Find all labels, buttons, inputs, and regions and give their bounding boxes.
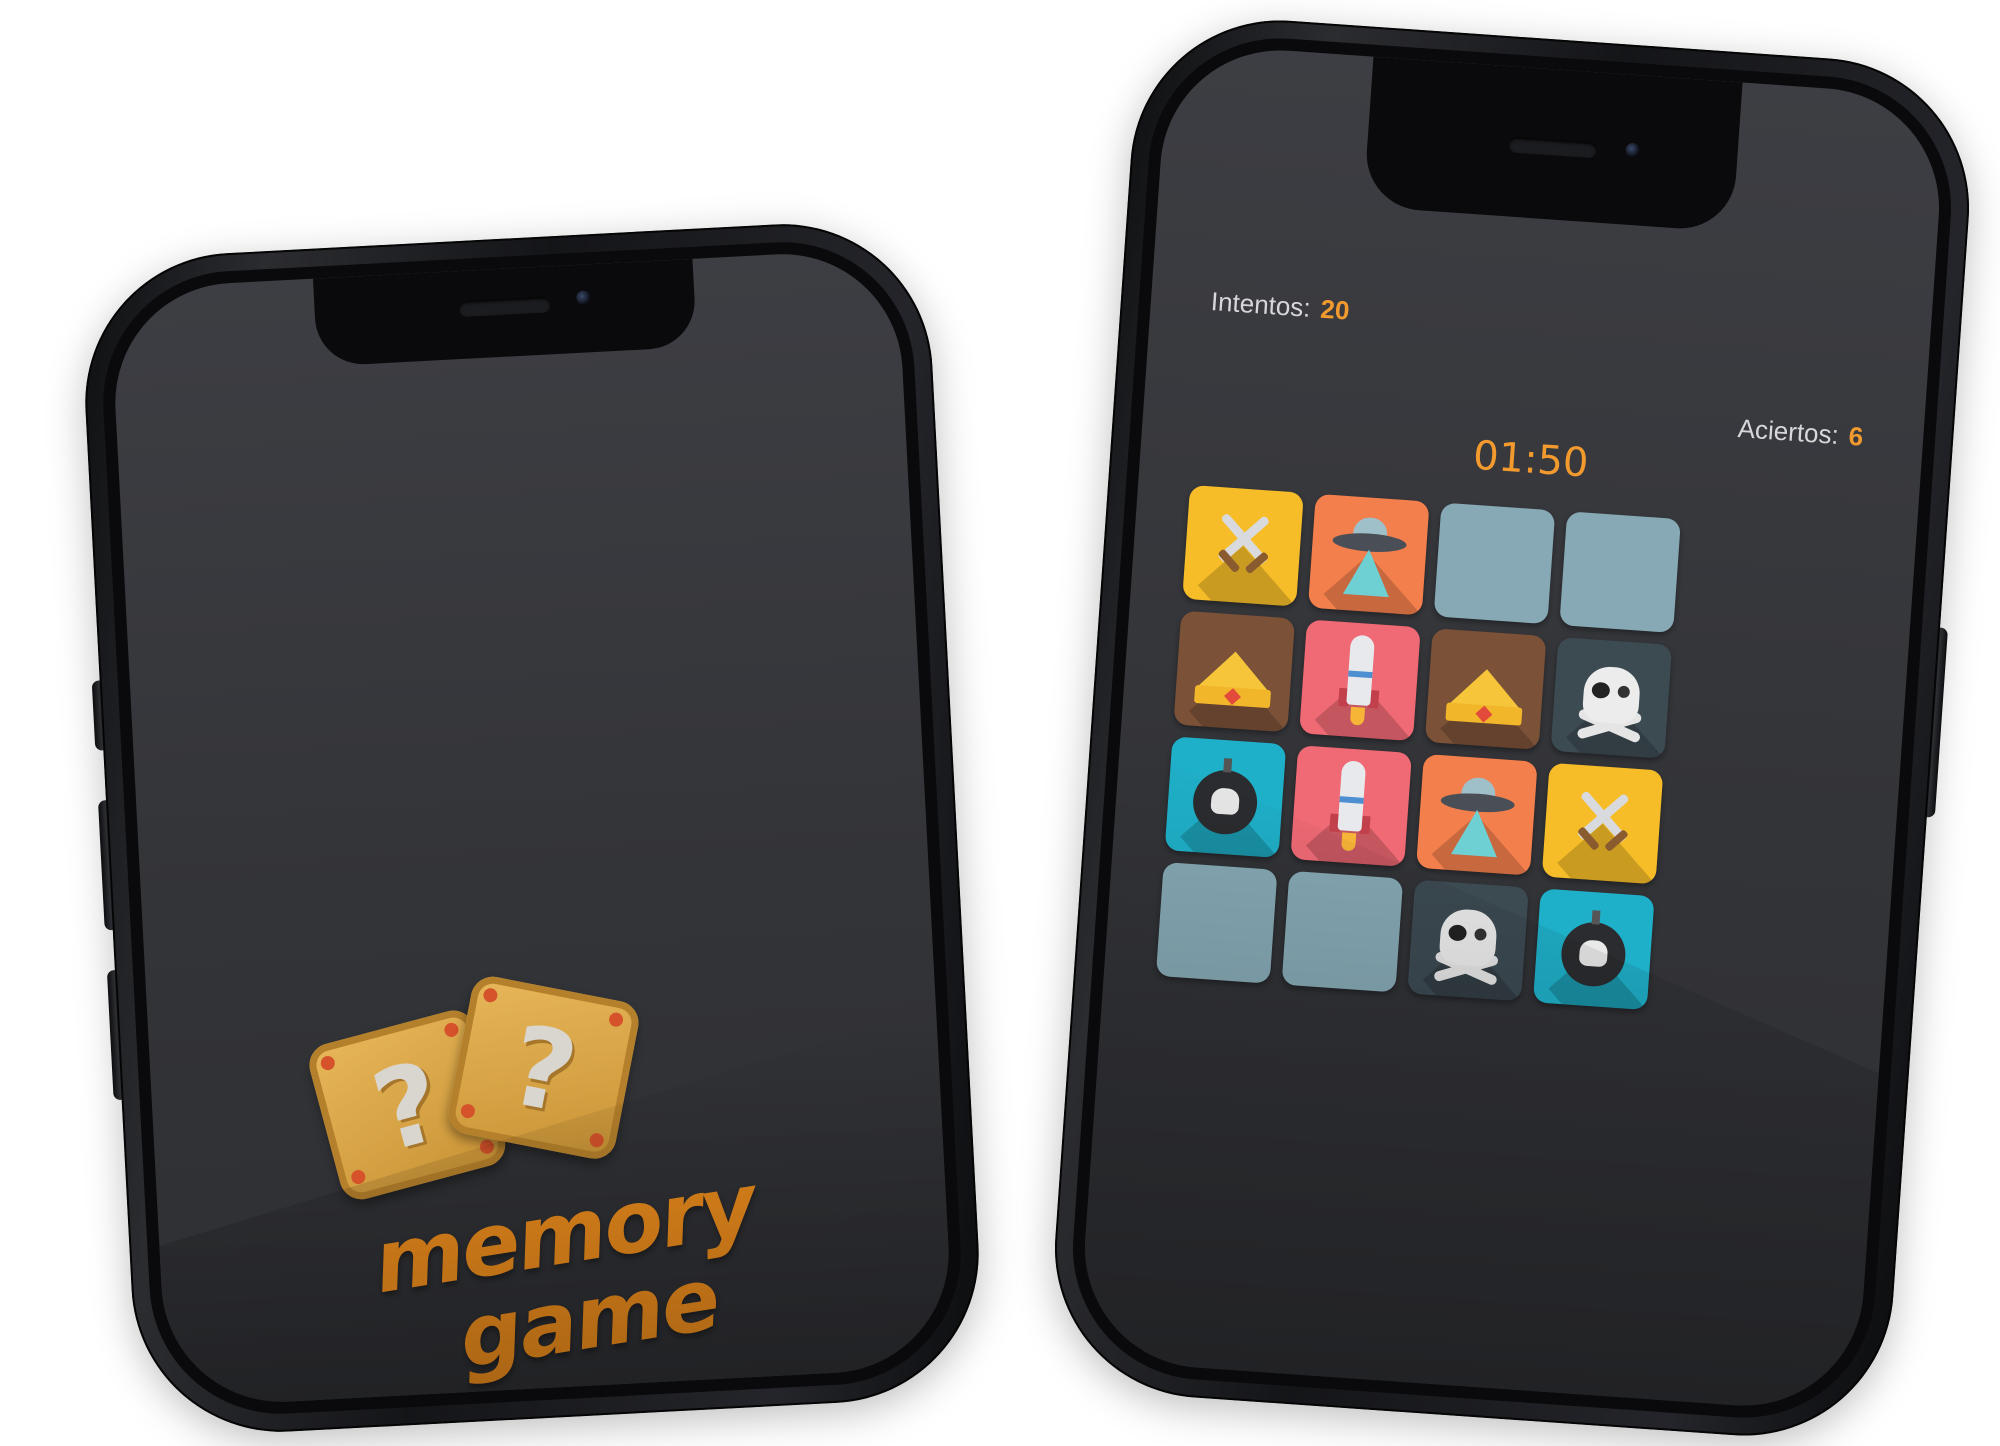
card-ufo[interactable] [1416, 753, 1538, 876]
attempts-counter: Intentos: 20 [1210, 286, 1350, 327]
pirate-skull-icon [1581, 665, 1642, 725]
card-rocket[interactable] [1290, 745, 1413, 867]
card-ufo[interactable] [1307, 493, 1430, 616]
card-skull-bomb[interactable] [1532, 888, 1655, 1011]
phone-right: Intentos: 20 Aciertos: 6 01:50 [1044, 10, 1980, 1446]
earpiece-speaker [1508, 136, 1598, 159]
matches-counter: Aciertos: 6 [1737, 413, 1864, 453]
rocket-icon [1328, 760, 1374, 853]
ufo-icon [1429, 767, 1525, 863]
splash-screen: ? ? memory game [109, 248, 955, 1408]
front-camera [1625, 142, 1641, 158]
card-hidden[interactable] [1559, 511, 1681, 634]
crossed-swords-icon [1200, 503, 1285, 588]
attempts-value: 20 [1319, 293, 1351, 326]
matches-value: 6 [1847, 420, 1865, 452]
game-screen: Intentos: 20 Aciertos: 6 01:50 [1076, 42, 1948, 1414]
card-rocket[interactable] [1299, 619, 1421, 742]
app-logo: ? ? memory game [304, 945, 806, 1388]
crossed-swords-icon [1560, 781, 1645, 866]
card-hidden[interactable] [1433, 502, 1556, 625]
card-hidden[interactable] [1281, 870, 1404, 993]
card-grid [1155, 484, 1681, 1011]
die-question-mark: ? [499, 1000, 587, 1139]
front-camera [575, 290, 591, 305]
card-crossed-swords[interactable] [1541, 762, 1664, 885]
notch [1363, 56, 1743, 233]
card-hidden[interactable] [1155, 862, 1278, 984]
crown-icon [1190, 641, 1278, 709]
pirate-skull-icon [1438, 907, 1499, 968]
card-crown[interactable] [1173, 610, 1296, 733]
ufo-icon [1321, 507, 1417, 603]
card-pirate-skull[interactable] [1407, 879, 1529, 1002]
attempts-label: Intentos: [1210, 286, 1312, 323]
phone-left: ? ? memory game [77, 216, 987, 1440]
question-die-icon: ? [444, 972, 643, 1163]
crown-icon [1441, 658, 1529, 726]
card-crown[interactable] [1424, 628, 1547, 750]
card-skull-bomb[interactable] [1164, 736, 1287, 859]
notch [312, 258, 698, 367]
rocket-icon [1337, 634, 1383, 727]
earpiece-speaker [458, 296, 552, 318]
matches-label: Aciertos: [1736, 413, 1840, 451]
card-crossed-swords[interactable] [1182, 484, 1304, 607]
card-pirate-skull[interactable] [1550, 637, 1673, 759]
